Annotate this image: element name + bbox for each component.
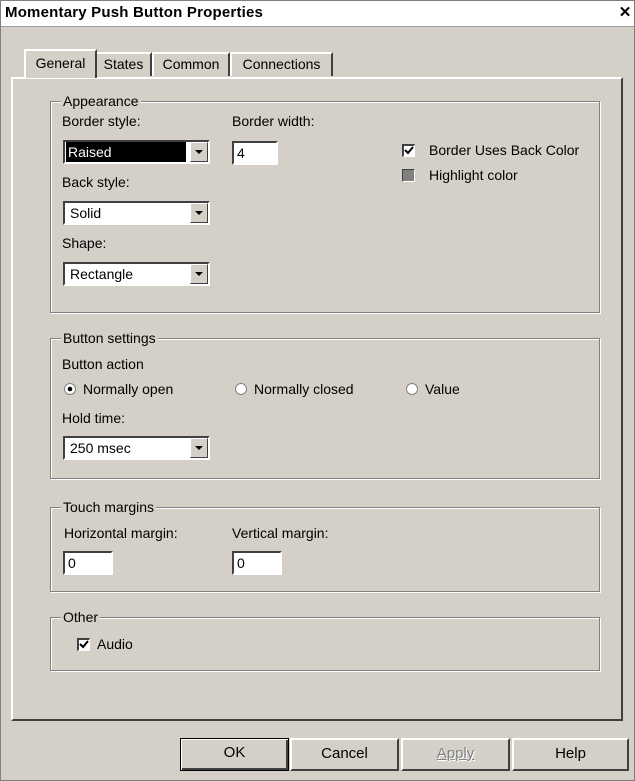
chevron-down-icon[interactable] bbox=[190, 438, 208, 458]
check-icon bbox=[79, 640, 89, 649]
other-legend: Other bbox=[61, 608, 101, 626]
apply-button-label: Apply bbox=[436, 745, 475, 762]
border-style-label: Border style: bbox=[62, 113, 141, 129]
shape-value: Rectangle bbox=[70, 266, 134, 282]
help-button-label: Help bbox=[555, 745, 586, 762]
normally-open-label: Normally open bbox=[83, 381, 174, 397]
back-style-value: Solid bbox=[70, 205, 102, 221]
border-uses-back-color-label: Border Uses Back Color bbox=[429, 142, 580, 158]
hold-time-value: 250 msec bbox=[70, 440, 131, 456]
ok-button[interactable]: OK bbox=[180, 738, 289, 771]
check-icon bbox=[404, 146, 414, 155]
cancel-button[interactable]: Cancel bbox=[290, 738, 399, 771]
tab-common-label: Common bbox=[162, 56, 220, 72]
highlight-color-label: Highlight color bbox=[429, 167, 518, 183]
window-title: Momentary Push Button Properties bbox=[5, 4, 264, 21]
help-button[interactable]: Help bbox=[512, 738, 629, 771]
shape-select[interactable]: Rectangle bbox=[63, 262, 210, 286]
horizontal-margin-label: Horizontal margin: bbox=[64, 525, 178, 541]
tab-connections[interactable]: Connections bbox=[230, 52, 333, 76]
border-style-select[interactable]: Raised bbox=[63, 140, 210, 164]
title-bar[interactable]: Momentary Push Button Properties ✕ bbox=[1, 1, 634, 27]
chevron-down-icon[interactable] bbox=[190, 142, 208, 162]
hold-time-label: Hold time: bbox=[62, 410, 126, 426]
vertical-margin-input[interactable]: 0 bbox=[232, 551, 282, 575]
vertical-margin-value: 0 bbox=[237, 555, 245, 571]
border-style-value: Raised bbox=[66, 142, 186, 162]
other-group: Other Audio bbox=[50, 608, 600, 671]
audio-label: Audio bbox=[97, 636, 133, 652]
back-style-label: Back style: bbox=[62, 174, 130, 190]
border-width-input[interactable]: 4 bbox=[232, 141, 278, 165]
shape-label: Shape: bbox=[62, 235, 107, 251]
horizontal-margin-value: 0 bbox=[68, 555, 76, 571]
audio-checkbox[interactable] bbox=[77, 638, 90, 651]
border-uses-back-color-checkbox[interactable] bbox=[402, 144, 415, 157]
apply-button[interactable]: Apply bbox=[401, 738, 510, 771]
vertical-margin-label: Vertical margin: bbox=[232, 525, 329, 541]
chevron-down-icon[interactable] bbox=[190, 264, 208, 284]
button-settings-legend: Button settings bbox=[61, 329, 158, 347]
tab-common[interactable]: Common bbox=[152, 52, 230, 76]
properties-dialog: Momentary Push Button Properties ✕ Gener… bbox=[0, 0, 635, 781]
tab-general[interactable]: General bbox=[24, 49, 97, 78]
horizontal-margin-input[interactable]: 0 bbox=[63, 551, 113, 575]
close-icon[interactable]: ✕ bbox=[616, 3, 634, 23]
value-label: Value bbox=[425, 381, 460, 397]
radio-normally-open[interactable] bbox=[64, 383, 76, 395]
radio-normally-closed[interactable] bbox=[235, 383, 247, 395]
touch-margins-legend: Touch margins bbox=[61, 498, 157, 516]
chevron-down-icon[interactable] bbox=[190, 203, 208, 223]
appearance-legend: Appearance bbox=[61, 92, 141, 110]
button-settings-group: Button settings Button action Normally o… bbox=[50, 329, 600, 479]
cancel-button-label: Cancel bbox=[321, 745, 368, 762]
button-action-label: Button action bbox=[62, 356, 144, 372]
highlight-color-swatch[interactable] bbox=[402, 169, 415, 182]
normally-closed-label: Normally closed bbox=[254, 381, 354, 397]
touch-margins-group: Touch margins Horizontal margin: 0 Verti… bbox=[50, 498, 600, 592]
ok-button-label: OK bbox=[223, 744, 246, 761]
appearance-group: Appearance Border style: Raised Border w… bbox=[50, 92, 600, 313]
general-tab-panel: Appearance Border style: Raised Border w… bbox=[11, 77, 623, 721]
border-width-value: 4 bbox=[237, 145, 245, 161]
tab-states-label: States bbox=[103, 56, 144, 72]
tab-states[interactable]: States bbox=[95, 52, 152, 76]
border-width-label: Border width: bbox=[232, 113, 315, 129]
tab-general-label: General bbox=[35, 55, 86, 71]
back-style-select[interactable]: Solid bbox=[63, 201, 210, 225]
radio-value[interactable] bbox=[406, 383, 418, 395]
hold-time-select[interactable]: 250 msec bbox=[63, 436, 210, 460]
tab-connections-label: Connections bbox=[242, 56, 321, 72]
